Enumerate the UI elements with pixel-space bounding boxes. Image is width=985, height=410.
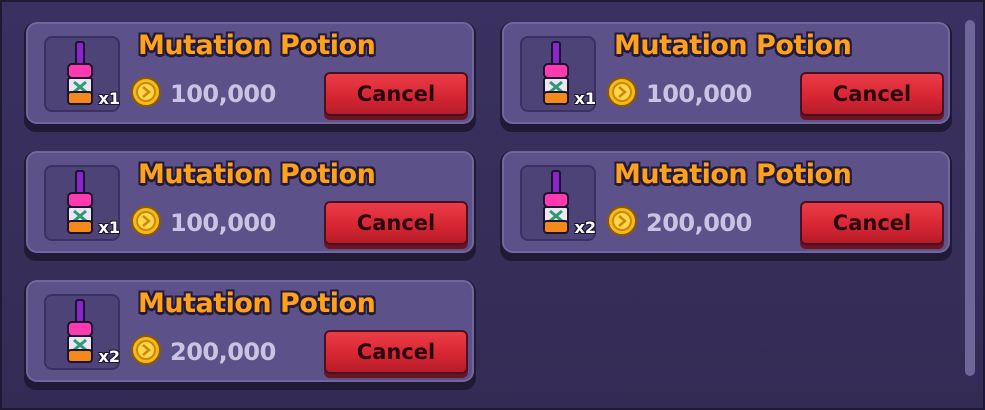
- item-slot: x2: [44, 294, 120, 370]
- item-price: 100,000: [170, 80, 276, 108]
- item-title: Mutation Potion: [614, 30, 852, 61]
- listing-card-body: x1 Mutation Potion 100,000 Cancel: [502, 22, 950, 124]
- listing-card: x1 Mutation Potion 100,000 Cancel: [24, 22, 476, 132]
- gold-coin-icon: [131, 206, 161, 236]
- listing-card: x1 Mutation Potion 100,000 Cancel: [24, 151, 476, 261]
- item-quantity: x1: [98, 218, 120, 237]
- item-price: 200,000: [170, 338, 276, 366]
- listing-card: x2 Mutation Potion 200,000 Cancel: [500, 151, 952, 261]
- listings-panel: x1 Mutation Potion 100,000 Cancel x1 Mut…: [0, 0, 985, 410]
- item-quantity: x2: [574, 218, 596, 237]
- item-title: Mutation Potion: [614, 159, 852, 190]
- item-title: Mutation Potion: [138, 288, 376, 319]
- item-price: 100,000: [646, 80, 752, 108]
- listing-card-body: x2 Mutation Potion 200,000 Cancel: [26, 280, 474, 382]
- item-title: Mutation Potion: [138, 30, 376, 61]
- item-title: Mutation Potion: [138, 159, 376, 190]
- gold-coin-icon: [131, 77, 161, 107]
- listing-card: x2 Mutation Potion 200,000 Cancel: [24, 280, 476, 390]
- item-quantity: x1: [98, 89, 120, 108]
- listing-card: x1 Mutation Potion 100,000 Cancel: [500, 22, 952, 132]
- item-slot: x1: [520, 36, 596, 112]
- item-slot: x2: [520, 165, 596, 241]
- item-quantity: x2: [98, 347, 120, 366]
- cancel-button[interactable]: Cancel: [800, 201, 944, 245]
- item-slot: x1: [44, 36, 120, 112]
- listing-card-body: x1 Mutation Potion 100,000 Cancel: [26, 151, 474, 253]
- gold-coin-icon: [131, 335, 161, 365]
- scrollbar[interactable]: [965, 20, 975, 376]
- listing-card-body: x2 Mutation Potion 200,000 Cancel: [502, 151, 950, 253]
- item-quantity: x1: [574, 89, 596, 108]
- gold-coin-icon: [607, 206, 637, 236]
- item-price: 200,000: [646, 209, 752, 237]
- gold-coin-icon: [607, 77, 637, 107]
- cancel-button[interactable]: Cancel: [800, 72, 944, 116]
- item-price: 100,000: [170, 209, 276, 237]
- item-slot: x1: [44, 165, 120, 241]
- cancel-button[interactable]: Cancel: [324, 72, 468, 116]
- listing-card-body: x1 Mutation Potion 100,000 Cancel: [26, 22, 474, 124]
- cancel-button[interactable]: Cancel: [324, 201, 468, 245]
- cancel-button[interactable]: Cancel: [324, 330, 468, 374]
